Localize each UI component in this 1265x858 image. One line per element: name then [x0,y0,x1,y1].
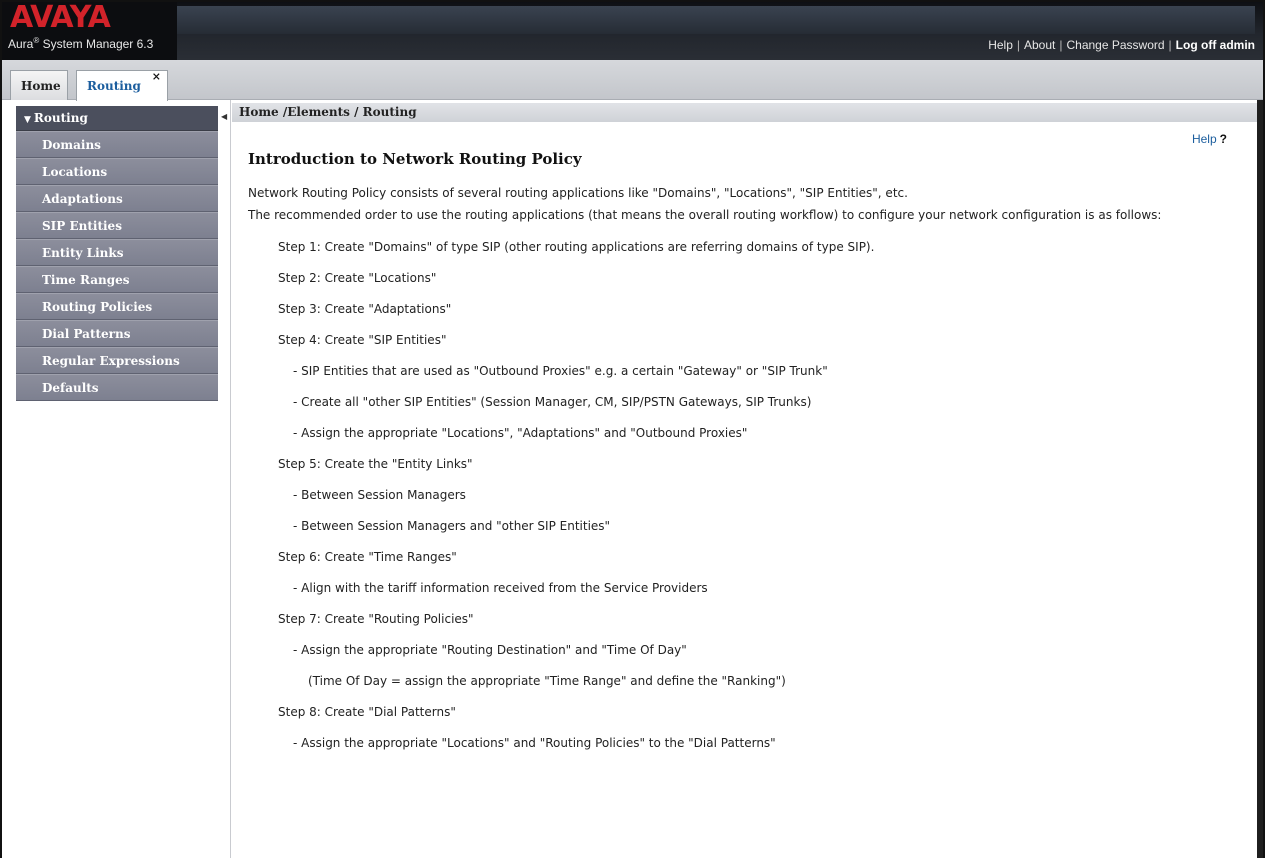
step-6: Step 6: Create "Time Ranges" [278,550,457,564]
collapse-sidebar-icon[interactable]: ◀ [221,112,227,121]
product-name: Aura® System Manager 6.3 [8,36,153,51]
step-8: Step 8: Create "Dial Patterns" [278,705,456,719]
step-7-note: (Time Of Day = assign the appropriate "T… [308,674,786,688]
step-4: Step 4: Create "SIP Entities" [278,333,447,347]
step-7: Step 7: Create "Routing Policies" [278,612,474,626]
sidebar-item-regular-expressions[interactable]: Regular Expressions [16,347,218,374]
sidebar-header-label: Routing [33,111,88,125]
header-strip [177,6,1255,34]
help-top-link[interactable]: Help [988,38,1013,52]
breadcrumb: Home /Elements / Routing [232,103,1257,122]
avaya-logo: AVAYA [10,0,111,35]
step-5-detail-1: - Between Session Managers [293,488,466,502]
sidebar-item-entity-links[interactable]: Entity Links [16,239,218,266]
product-suffix: System Manager 6.3 [39,37,154,51]
tab-routing[interactable]: Routing × [76,70,168,101]
help-link[interactable]: Help? [1192,132,1227,146]
sidebar-item-locations[interactable]: Locations [16,158,218,185]
step-5: Step 5: Create the "Entity Links" [278,457,473,471]
about-link[interactable]: About [1024,38,1055,52]
step-7-detail-1: - Assign the appropriate "Routing Destin… [293,643,687,657]
log-off-link[interactable]: Log off admin [1176,38,1255,52]
sidebar-item-sip-entities[interactable]: SIP Entities [16,212,218,239]
intro-paragraph-2: The recommended order to use the routing… [248,208,1162,222]
triangle-down-icon: ▼ [24,115,31,125]
sidebar-item-routing-policies[interactable]: Routing Policies [16,293,218,320]
sidebar: ▼ Routing Domains Locations Adaptations S… [16,106,218,401]
step-4-detail-3: - Assign the appropriate "Locations", "A… [293,426,748,440]
scrollbar[interactable] [1257,100,1263,858]
sidebar-item-defaults[interactable]: Defaults [16,374,218,401]
close-icon[interactable]: × [152,62,161,92]
help-question-icon: ? [1219,132,1227,146]
page-title: Introduction to Network Routing Policy [248,150,582,168]
sidebar-item-domains[interactable]: Domains [16,131,218,158]
step-4-detail-1: - SIP Entities that are used as "Outboun… [293,364,828,378]
tab-routing-label: Routing [87,79,141,93]
main-content: Introduction to Network Routing Policy N… [248,150,1238,767]
panel-divider [230,100,231,858]
step-6-detail-1: - Align with the tariff information rece… [293,581,708,595]
app-window: AVAYA Aura® System Manager 6.3 Help | Abou… [0,0,1265,858]
step-4-detail-2: - Create all "other SIP Entities" (Sessi… [293,395,812,409]
sidebar-item-time-ranges[interactable]: Time Ranges [16,266,218,293]
step-5-detail-2: - Between Session Managers and "other SI… [293,519,611,533]
intro-paragraph-1: Network Routing Policy consists of sever… [248,186,908,200]
step-2: Step 2: Create "Locations" [278,271,437,285]
tab-home[interactable]: Home [10,70,68,100]
logo-area: AVAYA Aura® System Manager 6.3 [2,2,177,60]
step-1: Step 1: Create "Domains" of type SIP (ot… [278,240,875,254]
header-bar: AVAYA Aura® System Manager 6.3 Help | Abou… [2,2,1263,60]
step-3: Step 3: Create "Adaptations" [278,302,452,316]
sidebar-item-dial-patterns[interactable]: Dial Patterns [16,320,218,347]
change-password-link[interactable]: Change Password [1066,38,1164,52]
help-label: Help [1191,132,1217,146]
sidebar-header[interactable]: ▼ Routing [16,106,218,131]
sidebar-item-adaptations[interactable]: Adaptations [16,185,218,212]
product-prefix: Aura [8,37,34,51]
top-links: Help | About | Change Password | Log off admin [988,38,1255,52]
tab-bar: Home Routing × [2,60,1263,101]
steps-list: Step 1: Create "Domains" of type SIP (ot… [248,240,1238,750]
step-8-detail-1: - Assign the appropriate "Locations" and… [293,736,776,750]
